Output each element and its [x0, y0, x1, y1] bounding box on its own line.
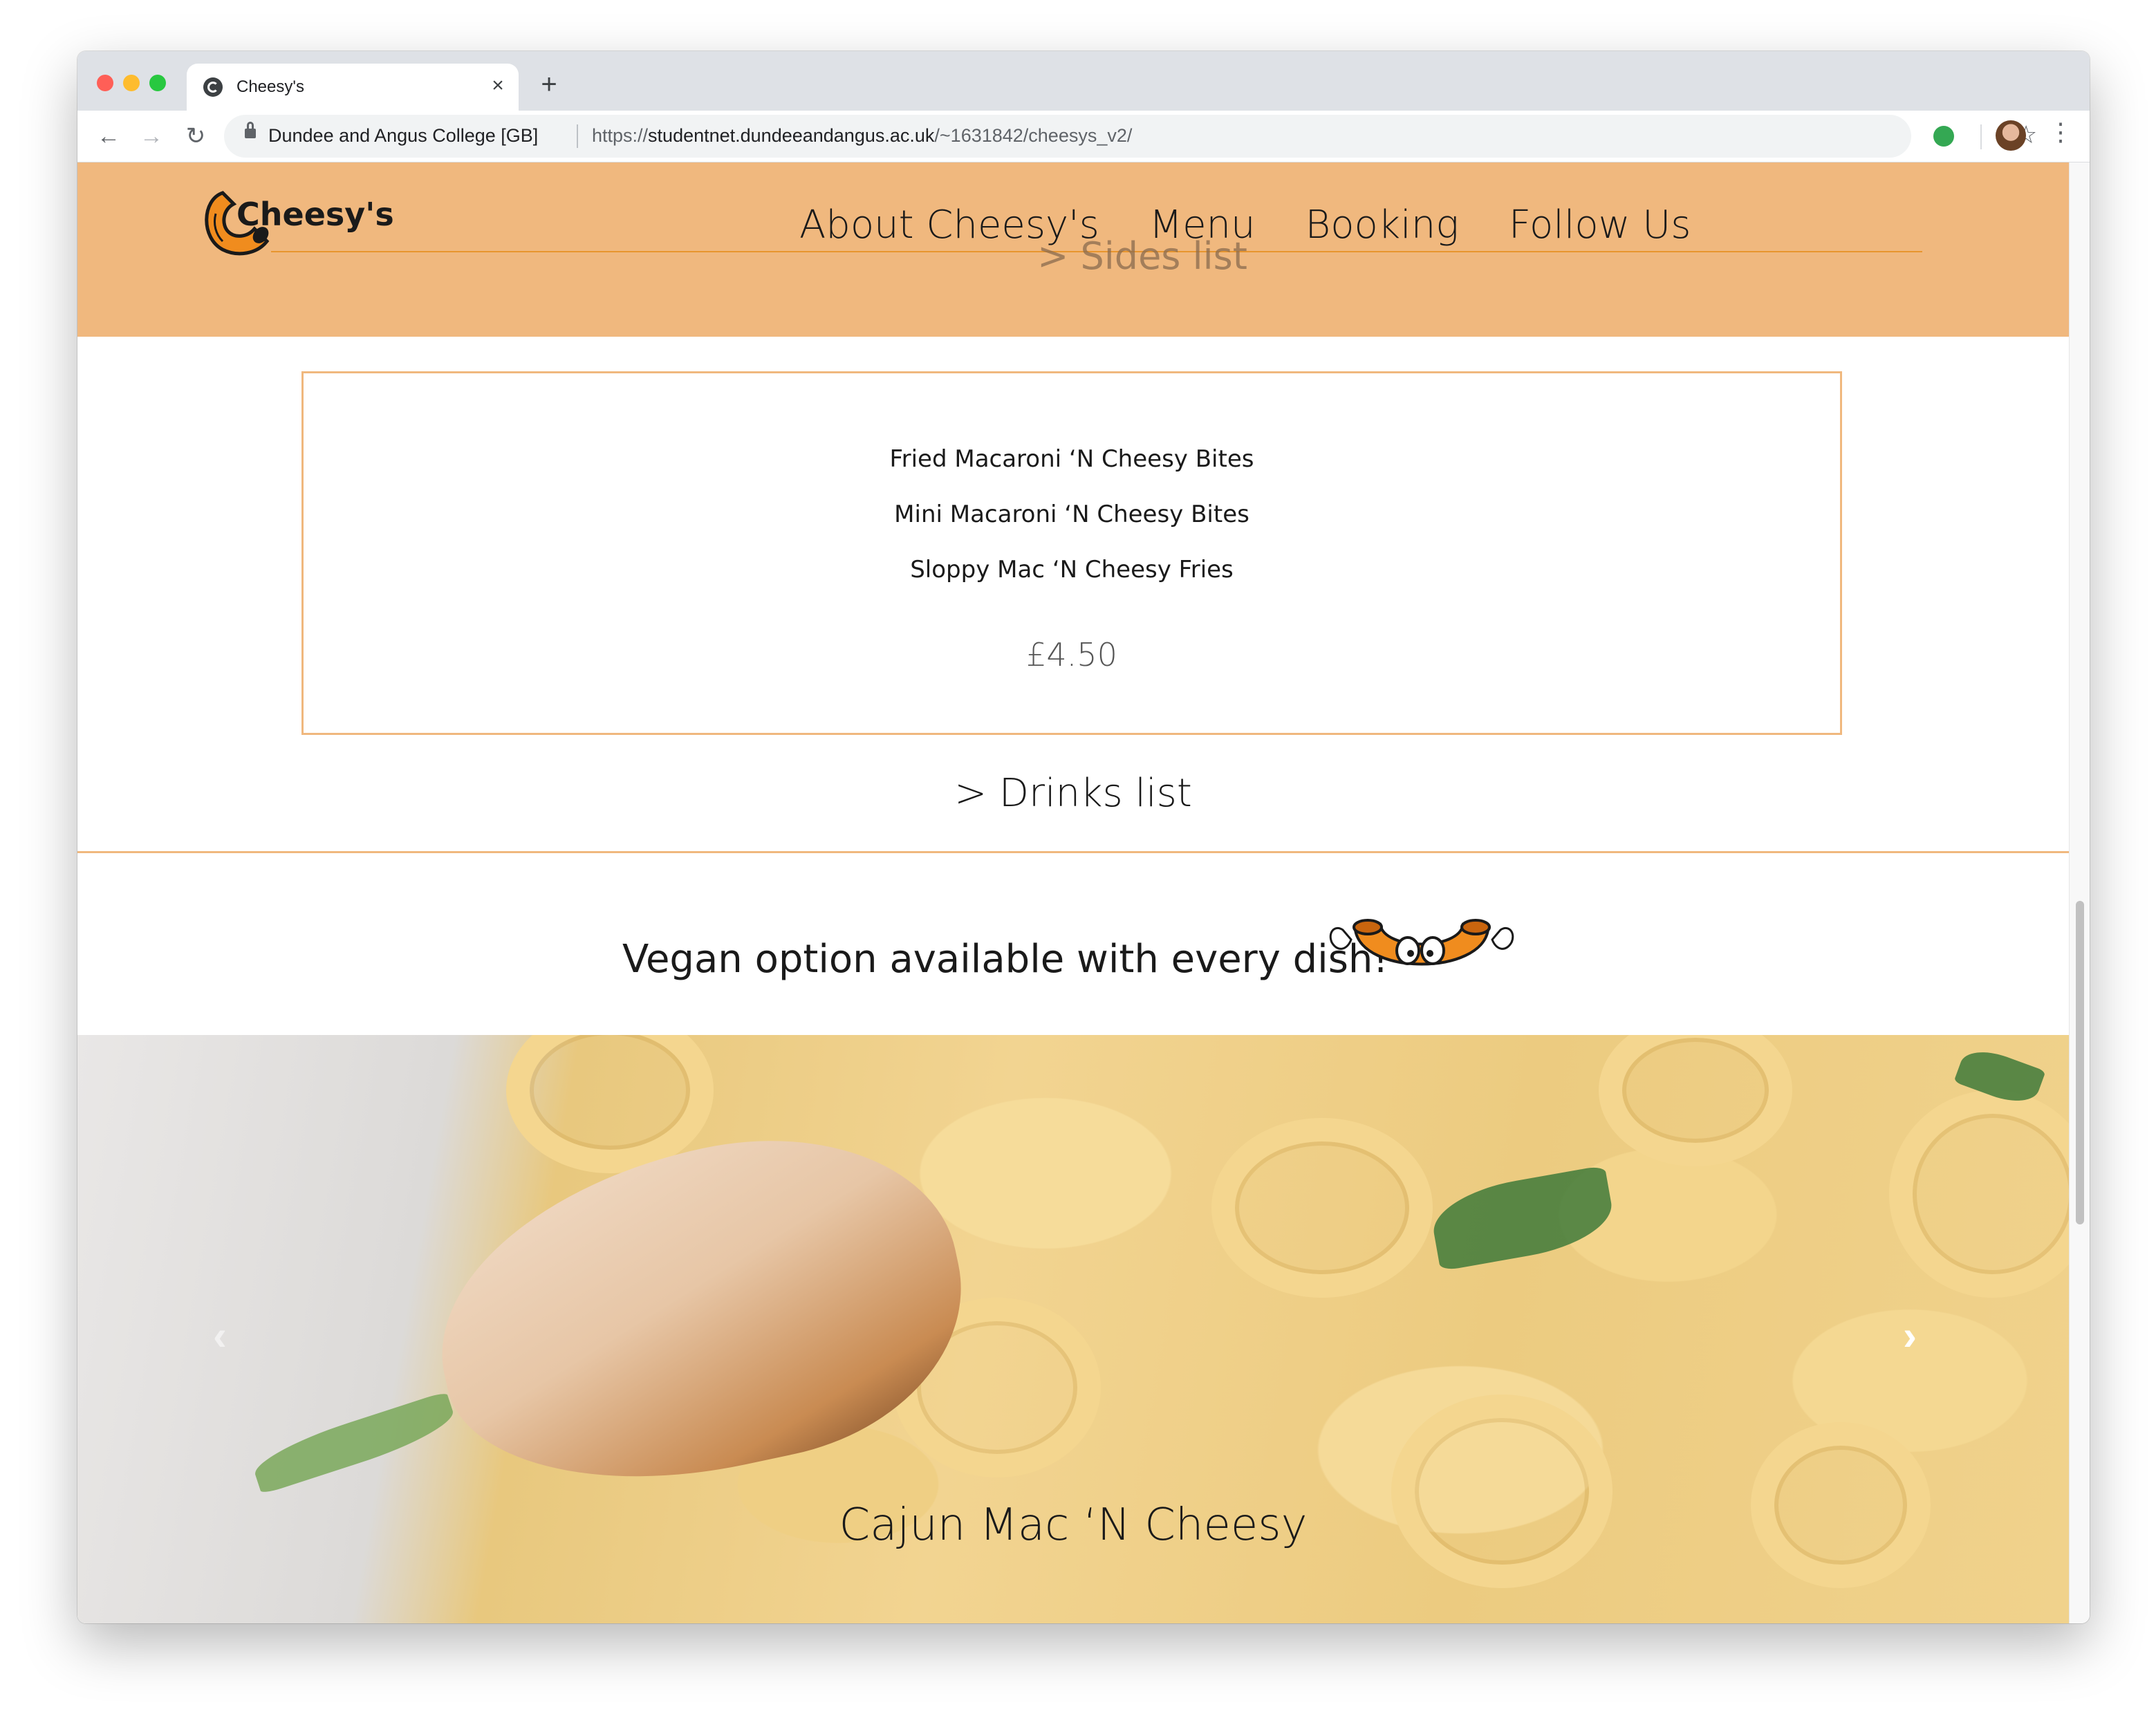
site-identity: Dundee and Angus College [GB]: [268, 125, 539, 146]
forward-button[interactable]: →: [134, 119, 169, 153]
macaroni-image-detail: [1889, 1090, 2069, 1298]
macaroni-image-detail: [1599, 1035, 1792, 1166]
close-window-button[interactable]: [97, 75, 113, 91]
url-path: /~1631842/cheesys_v2/: [934, 125, 1133, 146]
browser-tab[interactable]: Cheesy's ×: [187, 64, 519, 111]
browser-toolbar: ← → ↻ Dundee and Angus College [GB] http…: [77, 111, 2090, 162]
macaroni-image-detail: [1391, 1395, 1613, 1588]
extension-icon[interactable]: [1933, 126, 1954, 147]
menu-item: Sloppy Mac ‘N Cheesy Fries: [910, 556, 1234, 584]
maximize-window-button[interactable]: [149, 75, 166, 91]
reload-button[interactable]: ↻: [178, 119, 213, 153]
carousel-prev-icon[interactable]: ‹: [213, 1312, 227, 1359]
url-scheme: https://: [592, 125, 649, 146]
sides-price: £4.50: [1026, 636, 1117, 673]
tab-strip: Cheesy's × +: [77, 51, 2090, 111]
macaroni-image-detail: [1211, 1118, 1433, 1298]
minimize-window-button[interactable]: [123, 75, 140, 91]
dish-carousel[interactable]: ‹ › Cajun Mac ‘N Cheesy: [77, 1035, 2069, 1623]
vertical-scrollbar-thumb[interactable]: [2076, 901, 2084, 1224]
macaroni-mascot-icon: [1329, 919, 1514, 966]
logo-text[interactable]: Cheesy's: [236, 196, 394, 233]
close-tab-icon[interactable]: ×: [485, 73, 510, 98]
lock-icon[interactable]: [245, 122, 256, 138]
vegan-banner-text: Vegan option available with every dish!: [622, 937, 1388, 982]
sides-menu-box: Fried Macaroni ‘N Cheesy Bites Mini Maca…: [301, 371, 1842, 735]
page-viewport: Cheesy's About Cheesy's Menu Booking Fol…: [77, 162, 2069, 1623]
section-divider: [77, 851, 2069, 853]
url-host: studentnet.dundeeandangus.ac.uk: [648, 125, 935, 146]
browser-window: Cheesy's × + ← → ↻ Dundee and Angus Coll…: [77, 51, 2090, 1623]
back-button[interactable]: ←: [91, 119, 126, 153]
menu-item: Fried Macaroni ‘N Cheesy Bites: [889, 445, 1254, 473]
tab-title: Cheesy's: [236, 77, 304, 96]
green-bean-image-detail: [249, 1391, 459, 1495]
url-separator: [577, 124, 578, 148]
carousel-next-icon[interactable]: ›: [1903, 1312, 1917, 1359]
address-bar[interactable]: Dundee and Angus College [GB] https://st…: [224, 115, 2037, 158]
toolbar-divider: [1980, 124, 1982, 149]
url-text[interactable]: https://studentnet.dundeeandangus.ac.uk/…: [592, 125, 1132, 147]
menu-item: Mini Macaroni ‘N Cheesy Bites: [894, 501, 1249, 528]
browser-menu-icon[interactable]: ⋮: [2048, 118, 2073, 147]
spinach-image-detail: [1427, 1165, 1618, 1271]
profile-avatar[interactable]: [1996, 120, 2026, 151]
vegan-banner: Vegan option available with every dish!: [77, 906, 2069, 1017]
drinks-list-link[interactable]: > Drinks list: [77, 771, 2069, 816]
carousel-caption: Cajun Mac ‘N Cheesy: [839, 1500, 1308, 1551]
new-tab-button[interactable]: +: [534, 69, 564, 100]
globe-icon: [203, 77, 223, 97]
site-header: Cheesy's About Cheesy's Menu Booking Fol…: [77, 162, 2069, 337]
chicken-image-detail: [409, 1101, 990, 1522]
vertical-scrollbar[interactable]: [2069, 162, 2090, 1623]
sides-list-link[interactable]: > Sides list: [77, 234, 2069, 278]
